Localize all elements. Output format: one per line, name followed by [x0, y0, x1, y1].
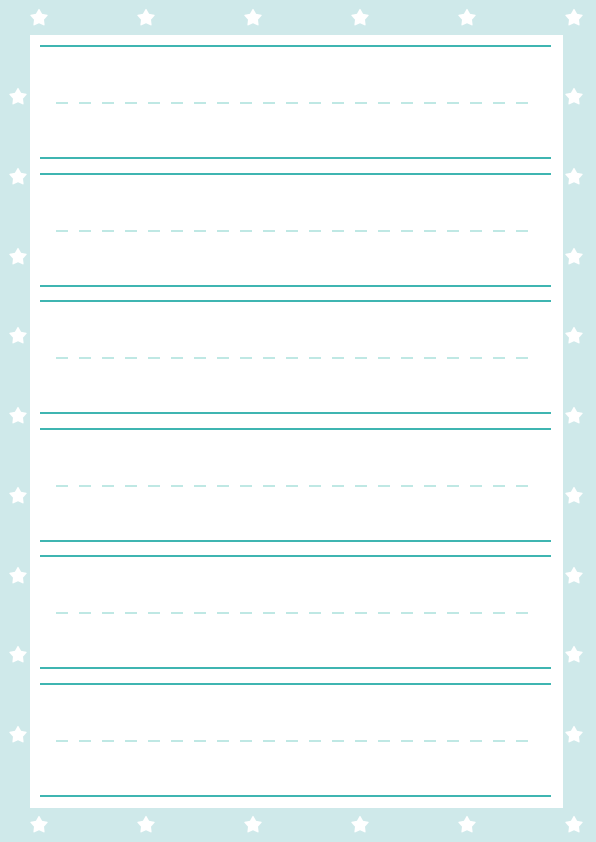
- star-icon: [351, 8, 369, 26]
- star-icon: [565, 87, 583, 105]
- dashed-midline: [56, 740, 538, 742]
- star-icon: [9, 247, 27, 265]
- base-line: [40, 795, 551, 797]
- star-icon: [9, 326, 27, 344]
- dashed-midline: [56, 230, 538, 232]
- base-line: [40, 285, 551, 287]
- star-icon: [565, 815, 583, 833]
- top-line: [40, 300, 551, 302]
- star-icon: [137, 815, 155, 833]
- dashed-midline: [56, 102, 538, 104]
- star-icon: [137, 8, 155, 26]
- star-icon: [9, 645, 27, 663]
- top-line: [40, 683, 551, 685]
- star-icon: [9, 566, 27, 584]
- base-line: [40, 667, 551, 669]
- star-icon: [351, 815, 369, 833]
- top-line: [40, 173, 551, 175]
- star-icon: [565, 326, 583, 344]
- star-icon: [565, 566, 583, 584]
- base-line: [40, 157, 551, 159]
- star-icon: [9, 486, 27, 504]
- writing-row: [30, 545, 563, 669]
- writing-row: [30, 290, 563, 414]
- dashed-midline: [56, 485, 538, 487]
- star-icon: [565, 8, 583, 26]
- star-icon: [9, 87, 27, 105]
- writing-row: [30, 163, 563, 287]
- star-icon: [9, 406, 27, 424]
- star-icon: [30, 8, 48, 26]
- star-icon: [458, 815, 476, 833]
- ruled-writing-paper: { "colors": { "border_background": "#cfe…: [0, 0, 596, 842]
- star-icon: [565, 406, 583, 424]
- base-line: [40, 540, 551, 542]
- writing-row: [30, 418, 563, 542]
- dashed-midline: [56, 612, 538, 614]
- star-icon: [565, 486, 583, 504]
- dashed-midline: [56, 357, 538, 359]
- star-icon: [244, 815, 262, 833]
- star-icon: [9, 167, 27, 185]
- star-icon: [565, 167, 583, 185]
- star-icon: [565, 725, 583, 743]
- star-icon: [9, 725, 27, 743]
- writing-row: [30, 673, 563, 797]
- star-icon: [458, 8, 476, 26]
- top-line: [40, 428, 551, 430]
- writing-area: [30, 35, 563, 808]
- top-line: [40, 45, 551, 47]
- star-icon: [244, 8, 262, 26]
- star-icon: [565, 247, 583, 265]
- star-icon: [30, 815, 48, 833]
- top-line: [40, 555, 551, 557]
- star-icon: [565, 645, 583, 663]
- writing-row: [30, 35, 563, 159]
- base-line: [40, 412, 551, 414]
